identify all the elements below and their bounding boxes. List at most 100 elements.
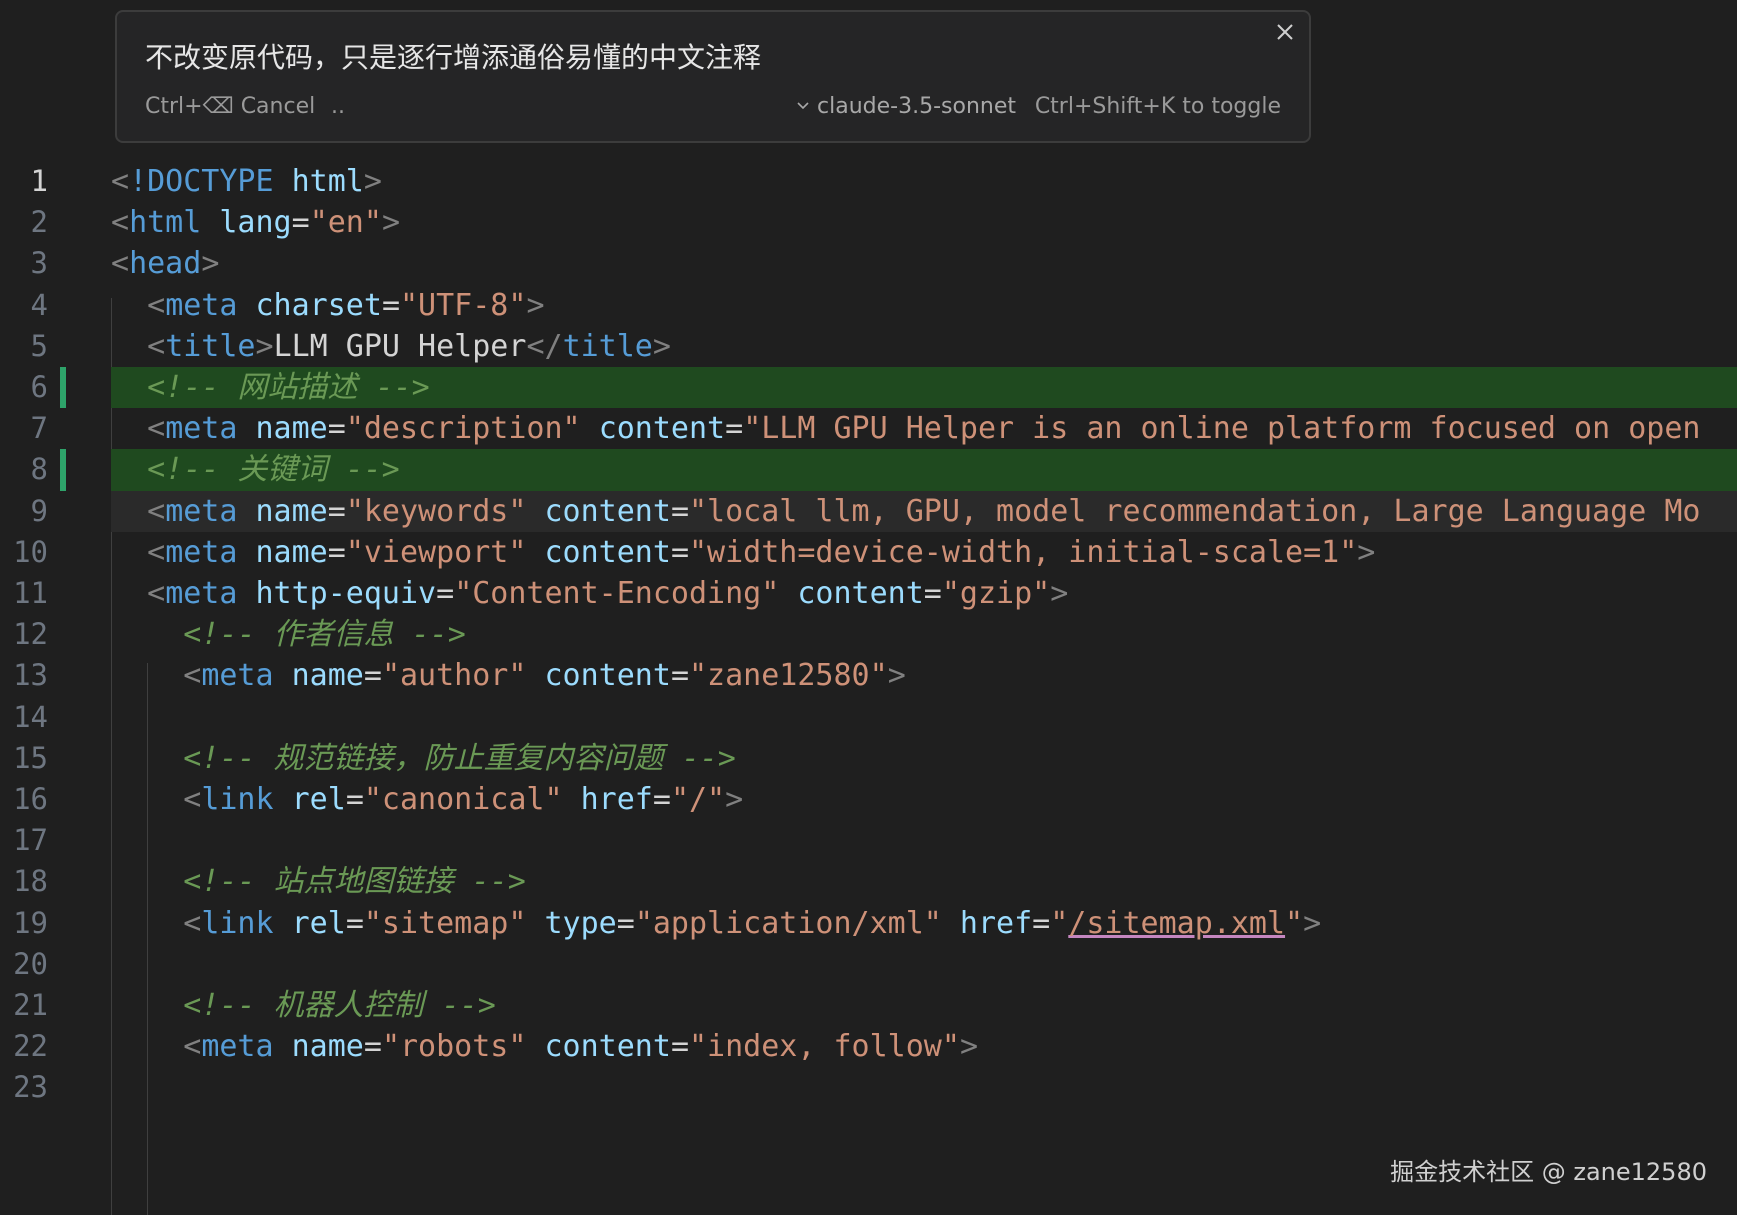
- code-content[interactable]: <meta name="robots" content="index, foll…: [111, 1026, 978, 1067]
- code-line[interactable]: 23: [0, 1067, 1737, 1108]
- text: [526, 658, 544, 693]
- text: [111, 288, 147, 323]
- code-line[interactable]: 15 <!-- 规范链接，防止重复内容问题 -->: [0, 738, 1737, 779]
- more-ellipsis[interactable]: ..: [331, 94, 345, 119]
- equals: =: [725, 411, 744, 447]
- bracket: >: [363, 164, 382, 199]
- tag-name: html: [129, 205, 202, 241]
- comment: <!-- 作者信息 -->: [183, 617, 466, 653]
- code-content[interactable]: <link rel="sitemap" type="application/xm…: [111, 903, 1321, 944]
- line-highlight: [111, 1067, 1737, 1108]
- text: [111, 1029, 183, 1064]
- code-line[interactable]: 22 <meta name="robots" content="index, f…: [0, 1026, 1737, 1067]
- line-number: 15: [13, 740, 48, 775]
- code-line[interactable]: 9 <meta name="keywords" content="local l…: [0, 490, 1737, 532]
- text: [201, 205, 219, 240]
- diff-added-marker: [60, 367, 66, 409]
- tag-name: title: [165, 328, 256, 364]
- code-line[interactable]: 12 <!-- 作者信息 -->: [0, 614, 1737, 655]
- code-content[interactable]: <meta charset="UTF-8">: [111, 285, 545, 326]
- code-content[interactable]: <title>LLM GPU Helper</title>: [111, 326, 671, 367]
- equals: =: [652, 782, 671, 817]
- line-number: 22: [13, 1029, 48, 1064]
- code-content[interactable]: <meta http-equiv="Content-Encoding" cont…: [111, 573, 1068, 614]
- code-line[interactable]: 5 <title>LLM GPU Helper</title>: [0, 326, 1737, 367]
- bracket: >: [1303, 905, 1322, 941]
- string-value: "Content-Encoding": [454, 576, 780, 611]
- attribute-name: charset: [255, 287, 382, 323]
- equals: =: [327, 411, 346, 447]
- code-content[interactable]: <!DOCTYPE html>: [111, 161, 382, 202]
- text: [526, 494, 544, 529]
- bracket: >: [725, 782, 744, 817]
- code-line[interactable]: 17: [0, 820, 1737, 861]
- text: [111, 494, 147, 529]
- code-line[interactable]: 6 <!-- 网站描述 -->: [0, 367, 1737, 409]
- code-line[interactable]: 21 <!-- 机器人控制 -->: [0, 985, 1737, 1026]
- code-content[interactable]: <link rel="canonical" href="/">: [111, 779, 743, 820]
- code-content[interactable]: <meta name="viewport" content="width=dev…: [111, 532, 1375, 573]
- attribute-name: type: [544, 905, 617, 941]
- text: [111, 370, 147, 405]
- string-value: "description": [345, 411, 581, 447]
- code-content[interactable]: <!-- 作者信息 -->: [111, 614, 466, 655]
- code-line[interactable]: 13 <meta name="author" content="zane1258…: [0, 655, 1737, 696]
- code-line[interactable]: 8 <!-- 关键词 -->: [0, 449, 1737, 491]
- code-line[interactable]: 10 <meta name="viewport" content="width=…: [0, 532, 1737, 573]
- line-number: 8: [30, 452, 48, 487]
- code-line[interactable]: 14: [0, 697, 1737, 738]
- code-line[interactable]: 7 <meta name="description" content="LLM …: [0, 408, 1737, 449]
- attribute-name: name: [255, 411, 328, 447]
- code-content[interactable]: <meta name="author" content="zane12580">: [111, 655, 906, 696]
- text: [274, 1029, 292, 1064]
- cancel-shortcut: Ctrl+⌫: [145, 94, 234, 119]
- code-content[interactable]: <!-- 关键词 -->: [111, 449, 400, 490]
- string-value: "application/xml": [634, 905, 942, 941]
- string-value: "canonical": [363, 782, 563, 817]
- code-line[interactable]: 19 <link rel="sitemap" type="application…: [0, 903, 1737, 944]
- text: [237, 411, 255, 446]
- line-number: 6: [30, 370, 48, 404]
- string-value: "width=device-width, initial-scale=1": [689, 534, 1358, 570]
- code-content[interactable]: <meta name="keywords" content="local llm…: [111, 491, 1700, 532]
- bracket: >: [381, 205, 400, 241]
- bracket: <: [183, 905, 202, 941]
- code-content[interactable]: <html lang="en">: [111, 202, 400, 243]
- bracket: >: [526, 287, 545, 323]
- code-line[interactable]: 2 <html lang="en">: [0, 202, 1737, 243]
- code-content[interactable]: <!-- 站点地图链接 -->: [111, 861, 526, 902]
- bracket: <: [183, 658, 202, 694]
- code-line[interactable]: 1 <!DOCTYPE html>: [0, 161, 1737, 202]
- bracket: <: [111, 164, 130, 199]
- bracket: </: [526, 328, 563, 364]
- code-line[interactable]: 4 <meta charset="UTF-8">: [0, 285, 1737, 326]
- code-content[interactable]: <!-- 规范链接，防止重复内容问题 -->: [111, 738, 736, 779]
- code-line[interactable]: 11 <meta http-equiv="Content-Encoding" c…: [0, 573, 1737, 614]
- text: [274, 782, 292, 817]
- code-editor[interactable]: 1 <!DOCTYPE html> 2 <html lang="en"> 3 <head>…: [0, 161, 1737, 1215]
- code-line[interactable]: 18 <!-- 站点地图链接 -->: [0, 861, 1737, 902]
- prompt-input[interactable]: 不改变原代码，只是逐行增添通俗易懂的中文注释: [145, 36, 761, 76]
- code-content[interactable]: <!-- 网站描述 -->: [111, 367, 430, 408]
- code-line[interactable]: 20: [0, 944, 1737, 985]
- attribute-name: href: [959, 905, 1033, 941]
- cancel-button[interactable]: Ctrl+⌫ Cancel: [145, 94, 315, 119]
- code-content[interactable]: <head>: [111, 243, 219, 284]
- line-number: 9: [30, 493, 48, 528]
- equals: =: [670, 534, 689, 570]
- comment: <!-- 规范链接，防止重复内容问题 -->: [183, 740, 736, 776]
- code-content[interactable]: <!-- 机器人控制 -->: [111, 985, 496, 1026]
- attribute-name: rel: [291, 782, 346, 817]
- tag-name: link: [201, 905, 274, 941]
- code-line[interactable]: 16 <link rel="canonical" href="/">: [0, 779, 1737, 820]
- line-number: 4: [30, 287, 48, 322]
- link-path[interactable]: /sitemap.xml: [1068, 906, 1285, 941]
- attribute-name: content: [544, 534, 671, 570]
- code-line[interactable]: 3 <head>: [0, 243, 1737, 284]
- bracket: <: [147, 328, 166, 364]
- close-button[interactable]: [1271, 18, 1299, 46]
- attribute-name: name: [255, 493, 328, 529]
- string-value: "robots": [381, 1029, 527, 1065]
- model-dropdown[interactable]: claude-3.5-sonnet: [795, 94, 1016, 119]
- code-content[interactable]: <meta name="description" content="LLM GP…: [111, 408, 1700, 449]
